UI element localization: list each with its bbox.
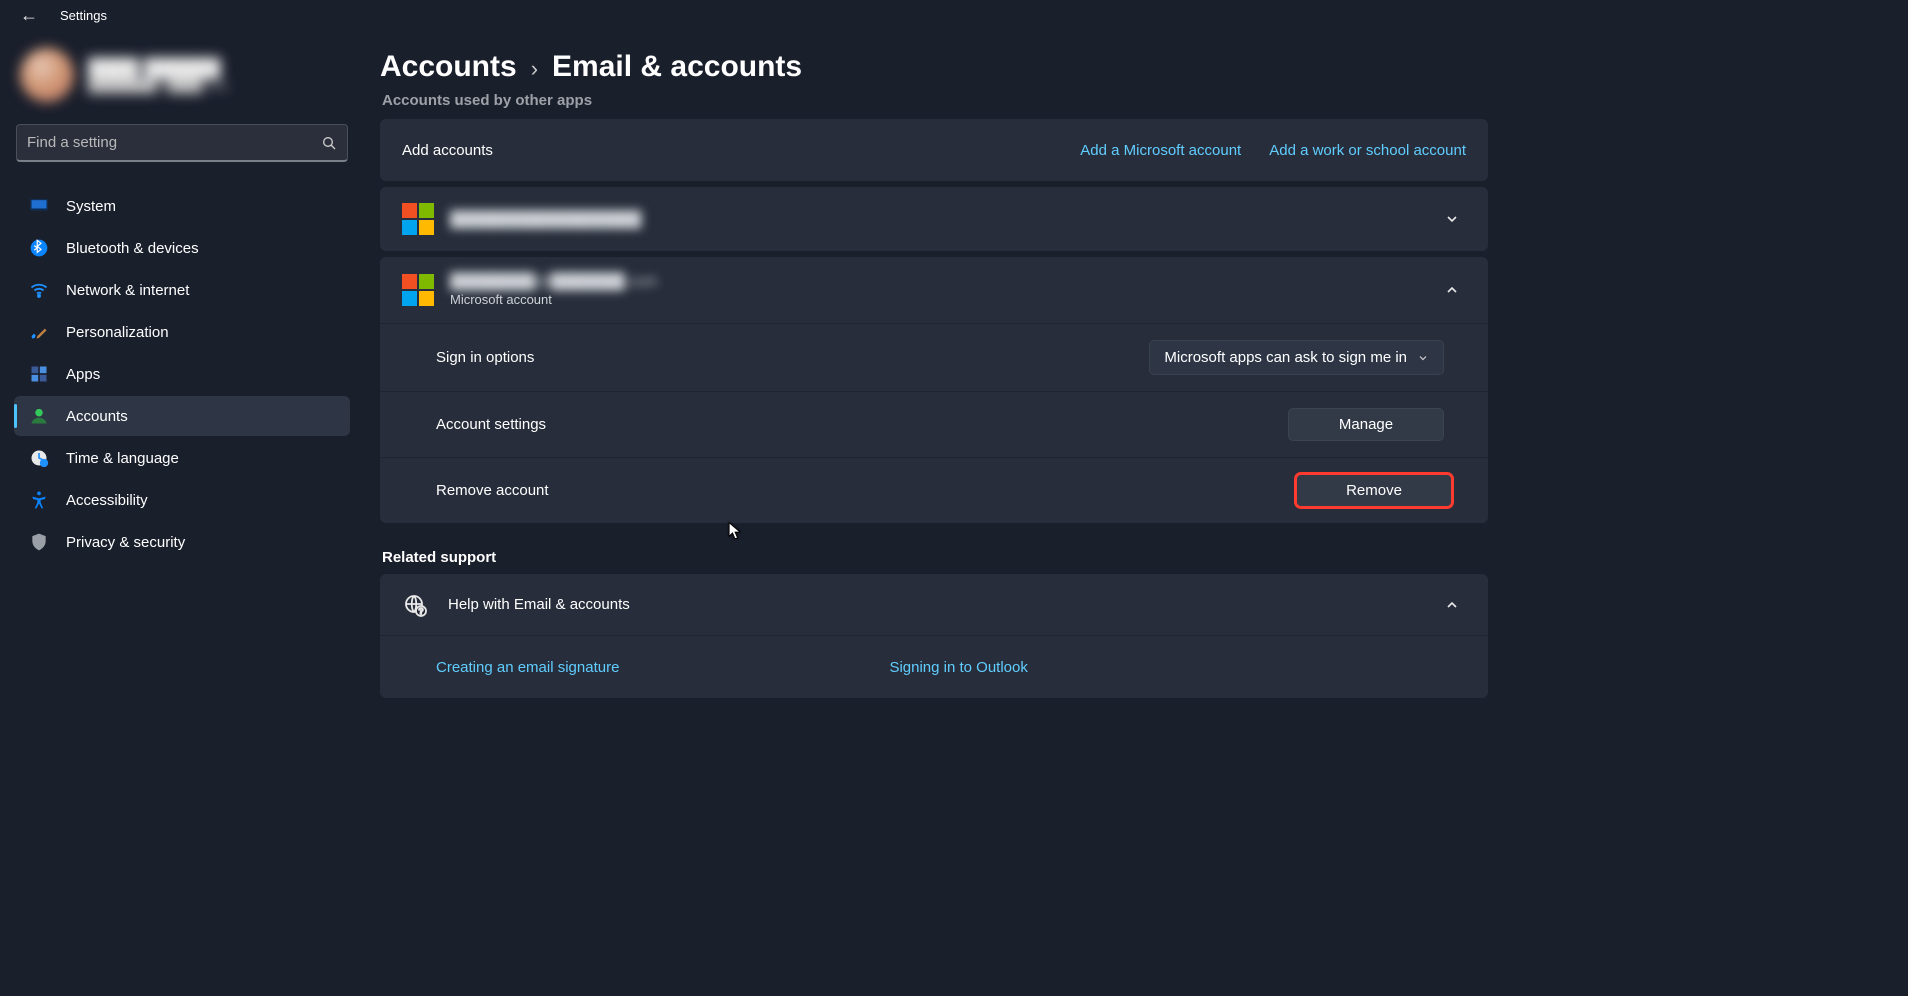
shield-icon	[28, 532, 50, 552]
help-title: Help with Email & accounts	[448, 596, 630, 613]
nav-accounts-label: Accounts	[66, 408, 128, 425]
paintbrush-icon	[28, 322, 50, 342]
nav-bluetooth-label: Bluetooth & devices	[66, 240, 199, 257]
nav-accessibility[interactable]: Accessibility	[14, 480, 350, 520]
nav-accessibility-label: Accessibility	[66, 492, 148, 509]
search-box[interactable]	[16, 124, 348, 162]
nav-time-label: Time & language	[66, 450, 179, 467]
sidebar: ████ ██████ ████████@████.com Sys	[0, 30, 360, 790]
sign-in-options-dropdown[interactable]: Microsoft apps can ask to sign me in	[1149, 340, 1444, 375]
microsoft-logo-icon	[402, 203, 434, 235]
help-header[interactable]: ? Help with Email & accounts	[380, 574, 1488, 636]
accessibility-icon	[28, 490, 50, 510]
globe-help-icon: ?	[402, 592, 428, 618]
sign-in-options-row: Sign in options Microsoft apps can ask t…	[380, 324, 1488, 392]
help-links-row: Creating an email signature Signing in t…	[380, 636, 1488, 698]
nav: System Bluetooth & devices Network & int…	[14, 186, 350, 562]
profile-name: ████ ██████	[88, 58, 228, 79]
nav-bluetooth[interactable]: Bluetooth & devices	[14, 228, 350, 268]
nav-personalization-label: Personalization	[66, 324, 169, 341]
account2-type: Microsoft account	[450, 292, 657, 307]
account2-email: ████████@███████.com	[450, 273, 657, 290]
collapse-account2[interactable]	[1438, 278, 1466, 302]
nav-accounts[interactable]: Accounts	[14, 396, 350, 436]
account1-email: ██████████████████	[450, 211, 641, 228]
collapse-help[interactable]	[1438, 593, 1466, 617]
nav-system-label: System	[66, 198, 116, 215]
expand-account1[interactable]	[1438, 207, 1466, 231]
profile-email: ████████@████.com	[88, 79, 228, 93]
monitor-icon	[28, 196, 50, 216]
clock-globe-icon	[28, 448, 50, 468]
remove-account-label: Remove account	[436, 482, 549, 499]
svg-text:?: ?	[419, 607, 424, 616]
account-settings-row: Account settings Manage	[380, 392, 1488, 458]
section-related-support: Related support	[382, 549, 1488, 566]
manage-button[interactable]: Manage	[1288, 408, 1444, 441]
sign-in-options-value: Microsoft apps can ask to sign me in	[1164, 349, 1407, 366]
nav-apps-label: Apps	[66, 366, 100, 383]
search-icon	[321, 135, 337, 151]
profile-block[interactable]: ████ ██████ ████████@████.com	[14, 40, 350, 118]
help-link-outlook[interactable]: Signing in to Outlook	[889, 659, 1027, 676]
nav-personalization[interactable]: Personalization	[14, 312, 350, 352]
nav-time[interactable]: Time & language	[14, 438, 350, 478]
search-input[interactable]	[27, 134, 321, 151]
remove-account-row: Remove account Remove	[380, 458, 1488, 523]
breadcrumb-parent[interactable]: Accounts	[380, 50, 517, 84]
sign-in-options-label: Sign in options	[436, 349, 534, 366]
remove-button[interactable]: Remove	[1296, 474, 1452, 507]
add-accounts-label: Add accounts	[402, 142, 493, 159]
titlebar: ← Settings	[0, 0, 1508, 30]
avatar	[20, 48, 74, 102]
chevron-right-icon: ›	[531, 56, 538, 82]
nav-privacy[interactable]: Privacy & security	[14, 522, 350, 562]
account-settings-label: Account settings	[436, 416, 546, 433]
help-link-signature[interactable]: Creating an email signature	[436, 659, 619, 676]
nav-network[interactable]: Network & internet	[14, 270, 350, 310]
apps-icon	[28, 364, 50, 384]
breadcrumb: Accounts › Email & accounts	[380, 50, 1488, 84]
nav-system[interactable]: System	[14, 186, 350, 226]
nav-privacy-label: Privacy & security	[66, 534, 185, 551]
app-title: Settings	[60, 8, 107, 23]
content: Accounts › Email & accounts Accounts use…	[360, 30, 1508, 790]
add-microsoft-account-link[interactable]: Add a Microsoft account	[1080, 142, 1241, 159]
microsoft-logo-icon	[402, 274, 434, 306]
breadcrumb-leaf: Email & accounts	[552, 50, 802, 84]
bluetooth-icon	[28, 238, 50, 258]
account2-header[interactable]: ████████@███████.com Microsoft account	[380, 257, 1488, 324]
add-work-account-link[interactable]: Add a work or school account	[1269, 142, 1466, 159]
add-accounts-row: Add accounts Add a Microsoft account Add…	[380, 119, 1488, 181]
chevron-down-icon	[1417, 352, 1429, 364]
account1-header[interactable]: ██████████████████	[380, 187, 1488, 251]
wifi-icon	[28, 280, 50, 300]
back-button[interactable]: ←	[16, 3, 42, 28]
nav-network-label: Network & internet	[66, 282, 189, 299]
person-icon	[28, 406, 50, 426]
section-used-by-other-apps: Accounts used by other apps	[382, 92, 1488, 109]
nav-apps[interactable]: Apps	[14, 354, 350, 394]
